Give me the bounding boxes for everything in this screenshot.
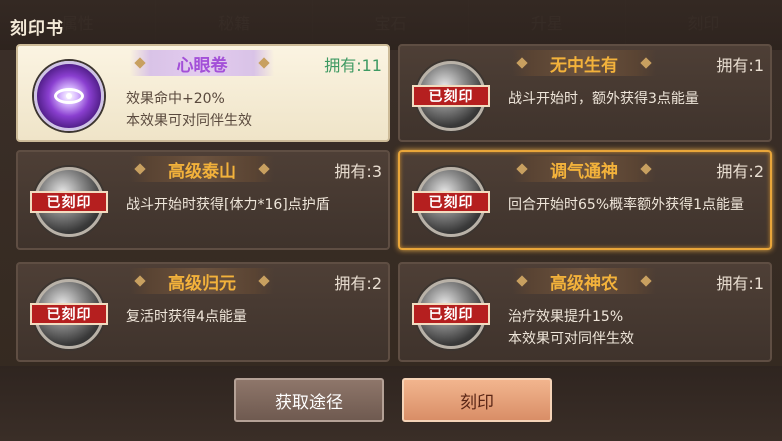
get-path-button[interactable]: 获取途径 [234,378,384,422]
card-name: 高级归元 [130,268,274,294]
engrave-card[interactable]: 已刻印 无中生有 拥有:1 战斗开始时，额外获得3点能量 [398,44,772,142]
engrave-card-grid[interactable]: 心眼卷 拥有:11 效果命中+20% 本效果可对同伴生效 已刻印 无中生有 拥有… [16,44,782,366]
card-description: 战斗开始时获得[体力*16]点护盾 [126,197,330,213]
engrave-card[interactable]: 心眼卷 拥有:11 效果命中+20% 本效果可对同伴生效 [16,44,390,142]
engrave-button[interactable]: 刻印 [402,378,552,422]
eye-icon [34,61,104,131]
engrave-card-selected[interactable]: 已刻印 调气通神 拥有:2 回合开始时65%概率额外获得1点能量 [398,150,772,250]
owned-count: 拥有:2 [716,162,764,181]
owned-count: 拥有:1 [716,274,764,293]
engrave-card[interactable]: 已刻印 高级归元 拥有:2 复活时获得4点能量 [16,262,390,362]
card-description: 战斗开始时，额外获得3点能量 [508,91,699,107]
owned-count: 拥有:3 [334,162,382,181]
engrave-card[interactable]: 已刻印 高级神农 拥有:1 治疗效果提升15% 本效果可对同伴生效 [398,262,772,362]
card-description: 效果命中+20% 本效果可对同伴生效 [126,91,252,129]
engrave-card[interactable]: 已刻印 高级泰山 拥有:3 战斗开始时获得[体力*16]点护盾 [16,150,390,250]
owned-count: 拥有:11 [324,56,382,75]
engrave-book-panel: 属性 秘籍 宝石 升星 刻印 刻印书 心眼卷 拥有:11 效果命中+20% 本效… [0,0,782,441]
card-description: 治疗效果提升15% 本效果可对同伴生效 [508,309,634,347]
card-description: 回合开始时65%概率额外获得1点能量 [508,197,745,213]
owned-count: 拥有:1 [716,56,764,75]
panel-title: 刻印书 [10,19,64,39]
bottom-bar [0,366,782,441]
engraved-stamp: 已刻印 [412,85,490,107]
card-name: 高级神农 [512,268,656,294]
card-name: 调气通神 [512,156,656,182]
owned-count: 拥有:2 [334,274,382,293]
card-description: 复活时获得4点能量 [126,309,247,325]
engraved-stamp: 已刻印 [30,191,108,213]
engraved-stamp: 已刻印 [412,303,490,325]
title-bar [0,0,782,50]
card-name: 无中生有 [512,50,656,76]
engraved-stamp: 已刻印 [30,303,108,325]
card-name: 高级泰山 [130,156,274,182]
engraved-stamp: 已刻印 [412,191,490,213]
card-name: 心眼卷 [130,50,274,76]
